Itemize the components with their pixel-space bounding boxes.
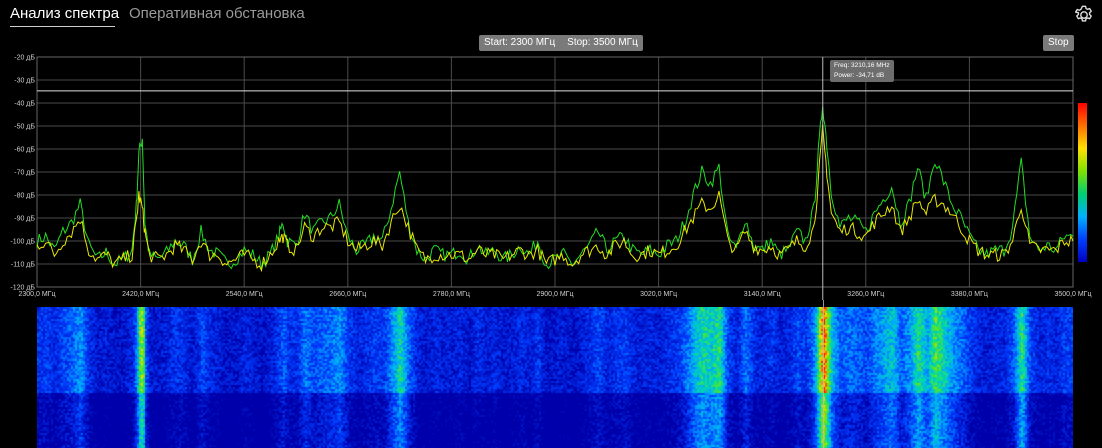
y-tick-label: -30 дБ bbox=[14, 78, 35, 85]
y-tick-label: -50 дБ bbox=[14, 124, 35, 131]
x-tick-label: 2660,0 МГц bbox=[329, 291, 366, 298]
x-tick-label: 3380,0 МГц bbox=[951, 291, 988, 298]
x-tick-label: 3140,0 МГц bbox=[744, 291, 781, 298]
y-tick-label: -100 дБ bbox=[10, 239, 35, 246]
y-tick-label: -70 дБ bbox=[14, 170, 35, 177]
frequency-marker-line-waterfall bbox=[822, 300, 824, 448]
x-tick-label: 2540,0 МГц bbox=[226, 291, 263, 298]
spectrum-chart[interactable]: 2300,0 МГц 2420,0 МГц 2540,0 МГц 2660,0 МГц… bbox=[0, 0, 1102, 300]
y-tick-label: -90 дБ bbox=[14, 216, 35, 223]
y-tick-label: -110 дБ bbox=[11, 262, 36, 269]
y-tick-label: -60 дБ bbox=[14, 147, 35, 154]
y-tick-label: -40 дБ bbox=[14, 101, 35, 108]
x-tick-label: 2300,0 МГц bbox=[19, 291, 56, 298]
x-tick-label: 3260,0 МГц bbox=[847, 291, 884, 298]
x-tick-label: 3500,0 МГц bbox=[1055, 291, 1092, 298]
marker-frequency: Freq: 3210,16 MHz bbox=[834, 62, 890, 69]
y-tick-label: -120 дБ bbox=[10, 285, 35, 292]
marker-power: Power: -34,71 dB bbox=[834, 72, 885, 79]
x-tick-label: 2900,0 МГц bbox=[537, 291, 574, 298]
y-tick-label: -80 дБ bbox=[14, 193, 35, 200]
x-tick-label: 2420,0 МГц bbox=[122, 291, 159, 298]
power-color-scale bbox=[1078, 103, 1087, 262]
waterfall-spectrogram[interactable] bbox=[37, 307, 1073, 448]
x-tick-label: 2780,0 МГц bbox=[433, 291, 470, 298]
y-tick-label: -20 дБ bbox=[14, 55, 35, 62]
marker-tooltip: Freq: 3210,16 MHz Power: -34,71 dB bbox=[830, 60, 894, 82]
x-tick-label: 3020,0 МГц bbox=[640, 291, 677, 298]
